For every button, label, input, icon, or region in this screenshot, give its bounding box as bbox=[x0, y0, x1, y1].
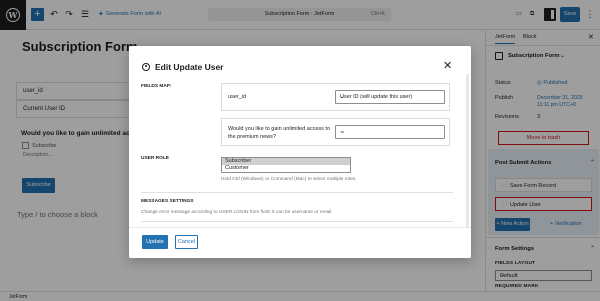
field-map-select[interactable]: -- ⌄ bbox=[335, 125, 445, 139]
divider bbox=[141, 221, 453, 222]
fields-map-label: FIELDS MAP: bbox=[141, 84, 172, 89]
chevron-down-icon: ⌄ bbox=[340, 129, 346, 135]
close-icon[interactable]: ✕ bbox=[443, 59, 452, 72]
field-map-select[interactable]: User ID (will update this user) ⌄ bbox=[335, 90, 445, 104]
chevron-down-icon: ⌄ bbox=[340, 94, 346, 100]
update-button[interactable]: Update bbox=[142, 235, 168, 249]
messages-description: Change error message according to USER L… bbox=[141, 210, 333, 215]
user-role-label: USER ROLE bbox=[141, 156, 169, 161]
user-role-multiselect[interactable]: Subscriber Customer bbox=[221, 157, 351, 173]
role-option[interactable]: Subscriber bbox=[222, 158, 350, 165]
modal-footer: Update Cancel bbox=[129, 227, 471, 258]
field-map-key: user_id bbox=[228, 94, 247, 100]
edit-update-user-modal: Edit Update User ✕ FIELDS MAP: user_id U… bbox=[129, 46, 471, 258]
modal-title: Edit Update User bbox=[155, 62, 224, 72]
role-option[interactable]: Customer bbox=[222, 165, 350, 172]
modal-scrollbar[interactable] bbox=[466, 74, 469, 240]
divider bbox=[141, 192, 453, 193]
messages-settings-label: MESSAGES SETTINGS bbox=[141, 199, 194, 204]
cancel-button[interactable]: Cancel bbox=[175, 235, 198, 249]
field-map-key: Would you like to gain unlimited access … bbox=[228, 126, 331, 140]
field-map-row: user_id User ID (will update this user) … bbox=[221, 83, 450, 111]
role-hint: Hold Ctrl (Windows) or Command (Mac) to … bbox=[221, 177, 357, 182]
user-icon bbox=[142, 63, 150, 71]
field-map-row: Would you like to gain unlimited access … bbox=[221, 118, 450, 146]
